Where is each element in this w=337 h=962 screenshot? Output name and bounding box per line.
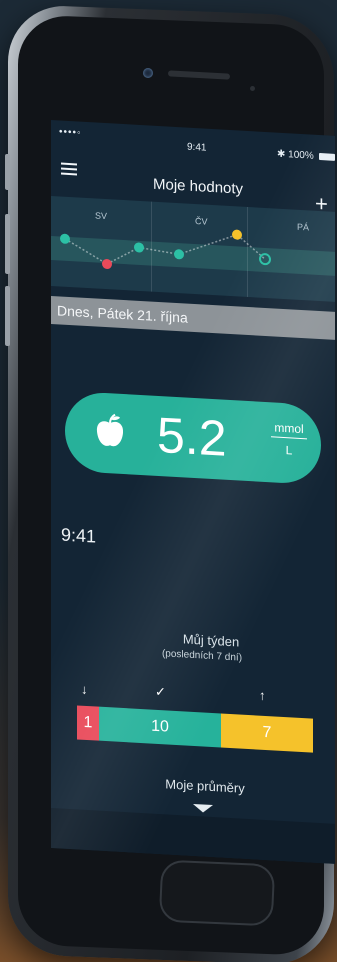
date-header: Dnes, Pátek 21. října	[51, 296, 335, 341]
week-summary-bar[interactable]: 1 10 7	[77, 705, 313, 753]
arrow-down-icon: ↓	[81, 681, 88, 698]
reading-time: 9:41	[61, 524, 97, 547]
proximity-sensor	[250, 86, 255, 91]
unit-numerator: mmol	[271, 420, 307, 440]
trend-point[interactable]	[102, 258, 112, 270]
weekly-trend-chart[interactable]: SV ČV PÁ	[51, 196, 335, 302]
battery-percent: 100%	[288, 149, 314, 162]
chevron-down-icon[interactable]	[193, 803, 213, 814]
averages-link[interactable]: Moje průměry	[145, 775, 265, 797]
in-range-count-segment: 10	[99, 706, 221, 748]
apple-icon	[96, 413, 124, 447]
volume-up-button	[5, 213, 10, 275]
battery-icon	[318, 152, 335, 161]
signal-icon: ••••◦	[59, 126, 82, 139]
unit-denominator: L	[285, 443, 293, 458]
glucose-reading-card[interactable]: 5.2 mmol L	[65, 390, 321, 486]
home-button[interactable]	[158, 859, 276, 927]
trend-point[interactable]	[232, 229, 242, 240]
glucose-value: 5.2	[157, 406, 227, 467]
battery-indicator: ✱ 100%	[277, 149, 335, 163]
trend-point[interactable]	[259, 253, 271, 266]
app-screen: ••••◦ 9:41 ✱ 100% Moje hodnoty + SV ČV P…	[51, 120, 335, 864]
low-count-segment: 1	[77, 705, 99, 741]
arrow-up-icon: ↑	[259, 687, 266, 703]
trend-point[interactable]	[174, 249, 184, 260]
status-time: 9:41	[187, 141, 207, 154]
volume-down-button	[5, 285, 10, 347]
mute-switch	[5, 153, 10, 191]
checkmark-icon: ✓	[155, 683, 166, 700]
front-camera	[143, 68, 153, 78]
high-count-segment: 7	[221, 713, 313, 753]
trend-line-svg	[60, 229, 271, 270]
menu-icon[interactable]	[61, 162, 77, 176]
page-title: Moje hodnoty	[153, 175, 244, 198]
trend-point[interactable]	[134, 242, 144, 253]
trend-point[interactable]	[60, 233, 70, 245]
bluetooth-icon: ✱	[277, 148, 286, 161]
